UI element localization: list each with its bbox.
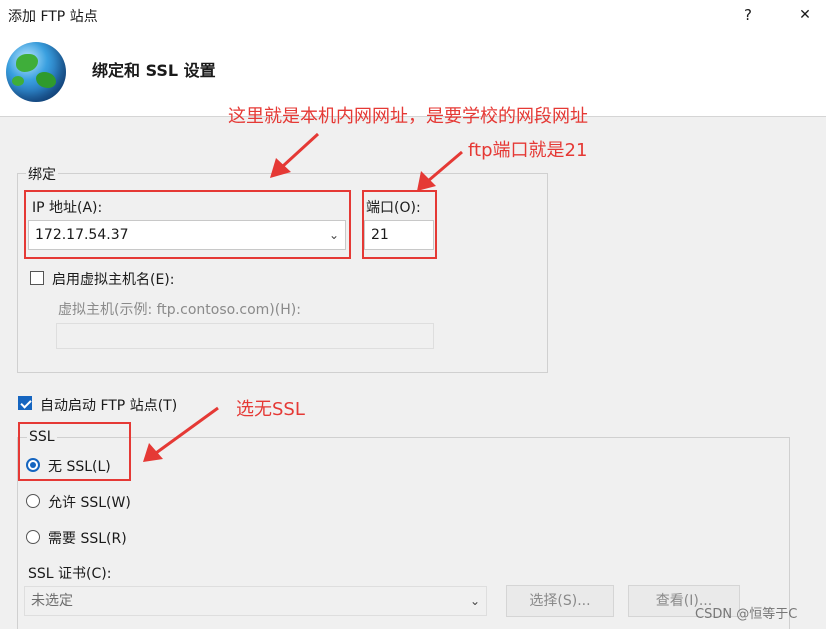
watermark: CSDN @恒等于C <box>695 607 798 622</box>
annotation-arrows <box>143 132 463 462</box>
ip-arrow <box>270 132 320 178</box>
port-arrow <box>417 150 463 191</box>
ssl-arrow <box>143 406 219 462</box>
